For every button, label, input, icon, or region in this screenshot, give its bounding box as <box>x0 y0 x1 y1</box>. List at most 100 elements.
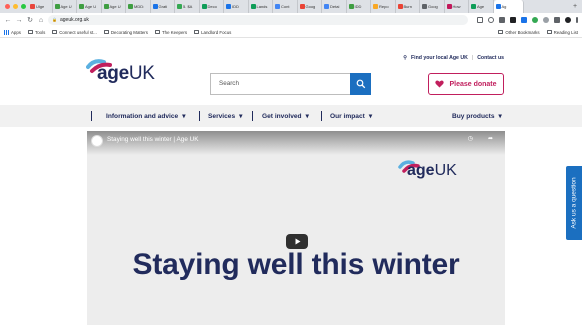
site-page: ⚲ Find your local Age UK | Contact us ag… <box>0 38 582 325</box>
tab-label: Grati <box>158 4 168 9</box>
donate-label: Please donate <box>449 80 497 88</box>
extension-icon[interactable] <box>543 17 549 23</box>
home-icon[interactable]: ⌂ <box>37 17 45 24</box>
chevron-down-icon: ▾ <box>182 113 186 120</box>
close-window-button[interactable] <box>5 4 10 9</box>
extension-icon[interactable] <box>532 17 538 23</box>
back-icon[interactable]: ← <box>4 17 12 24</box>
bookmark-item[interactable]: Other Bookmarks <box>498 30 540 35</box>
forward-icon[interactable]: → <box>15 17 23 24</box>
tab-favicon-icon <box>495 4 501 9</box>
browser-tab[interactable]: Goog <box>298 0 322 13</box>
new-tab-button[interactable]: + <box>568 3 582 10</box>
age-uk-logo[interactable]: ageUK <box>97 63 155 85</box>
tab-favicon-icon <box>226 4 231 9</box>
find-local-link[interactable]: Find your local Age UK <box>411 55 468 61</box>
browser-tab[interactable]: Age U <box>53 0 77 13</box>
share-icon[interactable]: ➦ <box>488 135 493 142</box>
browser-tab[interactable]: Age U <box>77 0 102 13</box>
tab-favicon-icon <box>128 4 133 9</box>
tab-favicon-icon <box>348 4 354 9</box>
chevron-down-icon: ▾ <box>305 113 309 120</box>
bookmark-item[interactable]: Decorating Matters <box>103 30 148 35</box>
browser-tab[interactable]: Lands <box>249 0 273 13</box>
browser-tab[interactable]: MDD: <box>126 0 151 13</box>
browser-tab[interactable]: Detai <box>322 0 347 13</box>
browser-tab[interactable]: Goog <box>420 0 445 13</box>
watch-later-icon[interactable]: ◷ <box>468 135 473 142</box>
share-icon[interactable] <box>477 17 483 23</box>
browser-tab[interactable]: Age U <box>102 0 126 13</box>
tab-label: Deco <box>207 4 217 9</box>
utility-links: ⚲ Find your local Age UK | Contact us <box>403 55 504 61</box>
folder-icon <box>194 30 200 34</box>
contact-link[interactable]: Contact us <box>477 55 504 61</box>
nav-separator <box>91 111 92 121</box>
profile-icon[interactable] <box>565 17 571 23</box>
tab-favicon-icon <box>54 4 60 9</box>
address-bar-row: ← → ↻ ⌂ 🔒 ageuk.org.uk <box>0 13 582 27</box>
star-icon[interactable] <box>488 17 494 23</box>
folder-icon <box>498 30 504 34</box>
browser-tab[interactable]: Ag <box>493 0 524 13</box>
maximize-window-button[interactable] <box>21 4 26 9</box>
main-navigation: Information and advice ▾ Services ▾ Get invo… <box>0 105 582 127</box>
browser-tab[interactable]: IDD <box>347 0 371 13</box>
video-logo: ageUK <box>407 162 457 180</box>
search-button[interactable] <box>350 73 371 95</box>
tab-label: Goog <box>428 4 438 9</box>
browser-tab[interactable]: How <box>445 0 469 13</box>
ask-question-tab[interactable]: Ask us a question <box>566 166 582 240</box>
bookmark-item[interactable]: Connect useful st... <box>52 30 97 35</box>
channel-avatar[interactable] <box>91 135 103 147</box>
browser-tab[interactable]: Cont <box>273 0 298 13</box>
nav-item[interactable]: Services ▾ <box>208 112 242 120</box>
chevron-down-icon: ▾ <box>368 113 373 120</box>
url-text: ageuk.org.uk <box>59 17 89 23</box>
tab-favicon-icon <box>373 4 378 9</box>
nav-item[interactable]: Get involved ▾ <box>262 112 309 120</box>
bookmark-item[interactable]: Tools <box>28 30 45 35</box>
menu-icon[interactable] <box>576 17 578 23</box>
extension-icon[interactable] <box>521 17 527 23</box>
url-field[interactable]: 🔒 ageuk.org.uk <box>48 15 468 25</box>
browser-tab[interactable]: IDD <box>224 0 249 13</box>
video-logo-uk: UK <box>434 162 457 179</box>
tab-label: Ulge <box>36 4 45 9</box>
play-button[interactable] <box>286 234 308 249</box>
browser-tab[interactable]: Ulge <box>28 0 53 13</box>
nav-item[interactable]: Buy products ▾ <box>452 112 502 120</box>
bookmark-item[interactable]: Reading List <box>546 30 578 35</box>
extension-icon[interactable] <box>499 17 505 23</box>
nav-item[interactable]: Our impact ▾ <box>330 112 372 120</box>
bookmarks-bar: Apps Tools Connect useful st... Decorating … <box>0 27 582 38</box>
video-controls: ◷ ➦ <box>468 135 493 142</box>
tab-label: Burn <box>403 4 412 9</box>
folder-icon <box>103 30 109 34</box>
bookmark-item[interactable]: Landlord Focus <box>194 30 231 35</box>
browser-tab[interactable]: Burn <box>396 0 420 13</box>
tab-favicon-icon <box>152 4 158 9</box>
donate-button[interactable]: Please donate <box>428 73 504 95</box>
bookmark-item[interactable]: The Keepers <box>154 30 187 35</box>
tab-favicon-icon <box>30 4 35 9</box>
bookmark-label: Apps <box>11 29 22 35</box>
browser-tab[interactable]: Deco <box>200 0 224 13</box>
puzzle-icon[interactable] <box>554 17 560 23</box>
tab-label: Repo <box>379 4 389 9</box>
search-input[interactable]: Search <box>210 73 350 95</box>
browser-tab[interactable]: Age <box>469 0 494 13</box>
browser-tab[interactable]: 5. $A <box>175 0 200 13</box>
tab-label: 5. $A <box>183 4 193 9</box>
nav-item[interactable]: Information and advice ▾ <box>106 112 186 120</box>
browser-tab[interactable]: Grati <box>151 0 175 13</box>
reload-icon[interactable]: ↻ <box>26 16 34 24</box>
extension-icon[interactable] <box>510 17 516 23</box>
bookmark-item[interactable]: Apps <box>4 29 22 35</box>
browser-tab-strip: Ulge Age U Age U Age U MDD: Grati 5. $A Deco IDD… <box>0 0 582 13</box>
video-title[interactable]: Staying well this winter | Age UK <box>107 136 199 143</box>
minimize-window-button[interactable] <box>13 4 18 9</box>
video-player[interactable]: Staying well this winter | Age UK ◷ ➦ ag… <box>87 131 505 325</box>
browser-tab[interactable]: Repo <box>371 0 396 13</box>
folder-icon <box>28 30 34 34</box>
